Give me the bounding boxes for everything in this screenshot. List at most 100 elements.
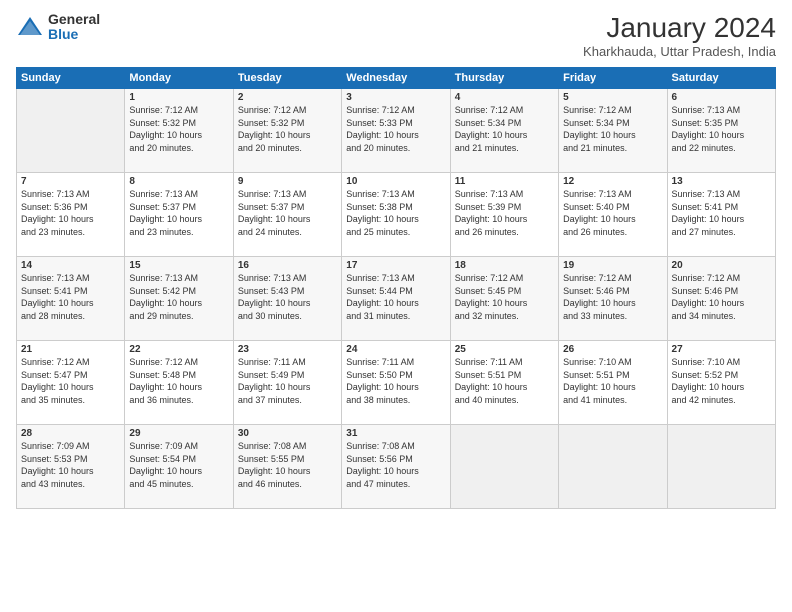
day-number: 23 xyxy=(238,344,337,355)
week-row-2: 7Sunrise: 7:13 AM Sunset: 5:36 PM Daylig… xyxy=(17,173,776,257)
day-number: 1 xyxy=(129,92,228,103)
day-info: Sunrise: 7:09 AM Sunset: 5:54 PM Dayligh… xyxy=(129,440,228,490)
calendar-title: January 2024 xyxy=(583,12,776,44)
calendar-cell xyxy=(17,89,125,173)
calendar-cell: 24Sunrise: 7:11 AM Sunset: 5:50 PM Dayli… xyxy=(342,341,450,425)
day-number: 26 xyxy=(563,344,662,355)
day-number: 10 xyxy=(346,176,445,187)
day-number: 13 xyxy=(672,176,771,187)
calendar-cell: 21Sunrise: 7:12 AM Sunset: 5:47 PM Dayli… xyxy=(17,341,125,425)
calendar-cell: 18Sunrise: 7:12 AM Sunset: 5:45 PM Dayli… xyxy=(450,257,558,341)
calendar-subtitle: Kharkhauda, Uttar Pradesh, India xyxy=(583,44,776,59)
day-info: Sunrise: 7:12 AM Sunset: 5:32 PM Dayligh… xyxy=(238,104,337,154)
calendar-cell: 9Sunrise: 7:13 AM Sunset: 5:37 PM Daylig… xyxy=(233,173,341,257)
logo-general: General xyxy=(48,12,100,27)
calendar-cell: 19Sunrise: 7:12 AM Sunset: 5:46 PM Dayli… xyxy=(559,257,667,341)
day-number: 5 xyxy=(563,92,662,103)
logo-text: General Blue xyxy=(48,12,100,43)
day-number: 3 xyxy=(346,92,445,103)
day-number: 21 xyxy=(21,344,120,355)
logo-blue: Blue xyxy=(48,27,100,42)
day-info: Sunrise: 7:11 AM Sunset: 5:49 PM Dayligh… xyxy=(238,356,337,406)
day-number: 20 xyxy=(672,260,771,271)
header-wednesday: Wednesday xyxy=(342,68,450,89)
calendar-cell xyxy=(559,425,667,509)
calendar-cell: 1Sunrise: 7:12 AM Sunset: 5:32 PM Daylig… xyxy=(125,89,233,173)
title-block: January 2024 Kharkhauda, Uttar Pradesh, … xyxy=(583,12,776,59)
calendar-cell: 17Sunrise: 7:13 AM Sunset: 5:44 PM Dayli… xyxy=(342,257,450,341)
day-info: Sunrise: 7:12 AM Sunset: 5:46 PM Dayligh… xyxy=(563,272,662,322)
page: General Blue January 2024 Kharkhauda, Ut… xyxy=(0,0,792,612)
day-info: Sunrise: 7:12 AM Sunset: 5:47 PM Dayligh… xyxy=(21,356,120,406)
calendar-cell: 8Sunrise: 7:13 AM Sunset: 5:37 PM Daylig… xyxy=(125,173,233,257)
calendar-cell xyxy=(450,425,558,509)
calendar-cell: 5Sunrise: 7:12 AM Sunset: 5:34 PM Daylig… xyxy=(559,89,667,173)
calendar-cell: 7Sunrise: 7:13 AM Sunset: 5:36 PM Daylig… xyxy=(17,173,125,257)
day-number: 27 xyxy=(672,344,771,355)
day-info: Sunrise: 7:09 AM Sunset: 5:53 PM Dayligh… xyxy=(21,440,120,490)
day-info: Sunrise: 7:13 AM Sunset: 5:39 PM Dayligh… xyxy=(455,188,554,238)
week-row-4: 21Sunrise: 7:12 AM Sunset: 5:47 PM Dayli… xyxy=(17,341,776,425)
calendar-cell: 31Sunrise: 7:08 AM Sunset: 5:56 PM Dayli… xyxy=(342,425,450,509)
calendar-cell: 29Sunrise: 7:09 AM Sunset: 5:54 PM Dayli… xyxy=(125,425,233,509)
day-number: 2 xyxy=(238,92,337,103)
header-friday: Friday xyxy=(559,68,667,89)
header-tuesday: Tuesday xyxy=(233,68,341,89)
day-number: 17 xyxy=(346,260,445,271)
day-info: Sunrise: 7:12 AM Sunset: 5:33 PM Dayligh… xyxy=(346,104,445,154)
day-number: 29 xyxy=(129,428,228,439)
calendar-cell: 30Sunrise: 7:08 AM Sunset: 5:55 PM Dayli… xyxy=(233,425,341,509)
day-number: 24 xyxy=(346,344,445,355)
day-info: Sunrise: 7:13 AM Sunset: 5:43 PM Dayligh… xyxy=(238,272,337,322)
calendar-cell: 23Sunrise: 7:11 AM Sunset: 5:49 PM Dayli… xyxy=(233,341,341,425)
day-info: Sunrise: 7:10 AM Sunset: 5:52 PM Dayligh… xyxy=(672,356,771,406)
header: General Blue January 2024 Kharkhauda, Ut… xyxy=(16,12,776,59)
day-number: 4 xyxy=(455,92,554,103)
day-info: Sunrise: 7:11 AM Sunset: 5:50 PM Dayligh… xyxy=(346,356,445,406)
week-row-5: 28Sunrise: 7:09 AM Sunset: 5:53 PM Dayli… xyxy=(17,425,776,509)
calendar-cell: 6Sunrise: 7:13 AM Sunset: 5:35 PM Daylig… xyxy=(667,89,775,173)
week-row-1: 1Sunrise: 7:12 AM Sunset: 5:32 PM Daylig… xyxy=(17,89,776,173)
calendar-cell: 12Sunrise: 7:13 AM Sunset: 5:40 PM Dayli… xyxy=(559,173,667,257)
calendar-cell: 14Sunrise: 7:13 AM Sunset: 5:41 PM Dayli… xyxy=(17,257,125,341)
day-number: 22 xyxy=(129,344,228,355)
day-number: 15 xyxy=(129,260,228,271)
day-number: 12 xyxy=(563,176,662,187)
day-number: 19 xyxy=(563,260,662,271)
calendar-cell: 2Sunrise: 7:12 AM Sunset: 5:32 PM Daylig… xyxy=(233,89,341,173)
day-info: Sunrise: 7:13 AM Sunset: 5:44 PM Dayligh… xyxy=(346,272,445,322)
calendar-table: Sunday Monday Tuesday Wednesday Thursday… xyxy=(16,67,776,509)
logo: General Blue xyxy=(16,12,100,43)
calendar-cell: 27Sunrise: 7:10 AM Sunset: 5:52 PM Dayli… xyxy=(667,341,775,425)
day-number: 9 xyxy=(238,176,337,187)
calendar-cell: 26Sunrise: 7:10 AM Sunset: 5:51 PM Dayli… xyxy=(559,341,667,425)
day-number: 18 xyxy=(455,260,554,271)
day-info: Sunrise: 7:12 AM Sunset: 5:32 PM Dayligh… xyxy=(129,104,228,154)
calendar-cell xyxy=(667,425,775,509)
day-info: Sunrise: 7:10 AM Sunset: 5:51 PM Dayligh… xyxy=(563,356,662,406)
calendar-header: Sunday Monday Tuesday Wednesday Thursday… xyxy=(17,68,776,89)
calendar-cell: 4Sunrise: 7:12 AM Sunset: 5:34 PM Daylig… xyxy=(450,89,558,173)
day-number: 28 xyxy=(21,428,120,439)
header-monday: Monday xyxy=(125,68,233,89)
day-info: Sunrise: 7:12 AM Sunset: 5:48 PM Dayligh… xyxy=(129,356,228,406)
calendar-cell: 28Sunrise: 7:09 AM Sunset: 5:53 PM Dayli… xyxy=(17,425,125,509)
day-info: Sunrise: 7:12 AM Sunset: 5:34 PM Dayligh… xyxy=(563,104,662,154)
day-info: Sunrise: 7:13 AM Sunset: 5:41 PM Dayligh… xyxy=(672,188,771,238)
day-info: Sunrise: 7:12 AM Sunset: 5:34 PM Dayligh… xyxy=(455,104,554,154)
day-info: Sunrise: 7:12 AM Sunset: 5:46 PM Dayligh… xyxy=(672,272,771,322)
calendar-cell: 10Sunrise: 7:13 AM Sunset: 5:38 PM Dayli… xyxy=(342,173,450,257)
calendar-body: 1Sunrise: 7:12 AM Sunset: 5:32 PM Daylig… xyxy=(17,89,776,509)
day-info: Sunrise: 7:11 AM Sunset: 5:51 PM Dayligh… xyxy=(455,356,554,406)
logo-icon xyxy=(16,13,44,41)
day-info: Sunrise: 7:08 AM Sunset: 5:56 PM Dayligh… xyxy=(346,440,445,490)
day-number: 30 xyxy=(238,428,337,439)
calendar-cell: 25Sunrise: 7:11 AM Sunset: 5:51 PM Dayli… xyxy=(450,341,558,425)
calendar-cell: 16Sunrise: 7:13 AM Sunset: 5:43 PM Dayli… xyxy=(233,257,341,341)
calendar-cell: 13Sunrise: 7:13 AM Sunset: 5:41 PM Dayli… xyxy=(667,173,775,257)
calendar-cell: 15Sunrise: 7:13 AM Sunset: 5:42 PM Dayli… xyxy=(125,257,233,341)
day-info: Sunrise: 7:13 AM Sunset: 5:36 PM Dayligh… xyxy=(21,188,120,238)
day-number: 7 xyxy=(21,176,120,187)
header-saturday: Saturday xyxy=(667,68,775,89)
day-number: 6 xyxy=(672,92,771,103)
